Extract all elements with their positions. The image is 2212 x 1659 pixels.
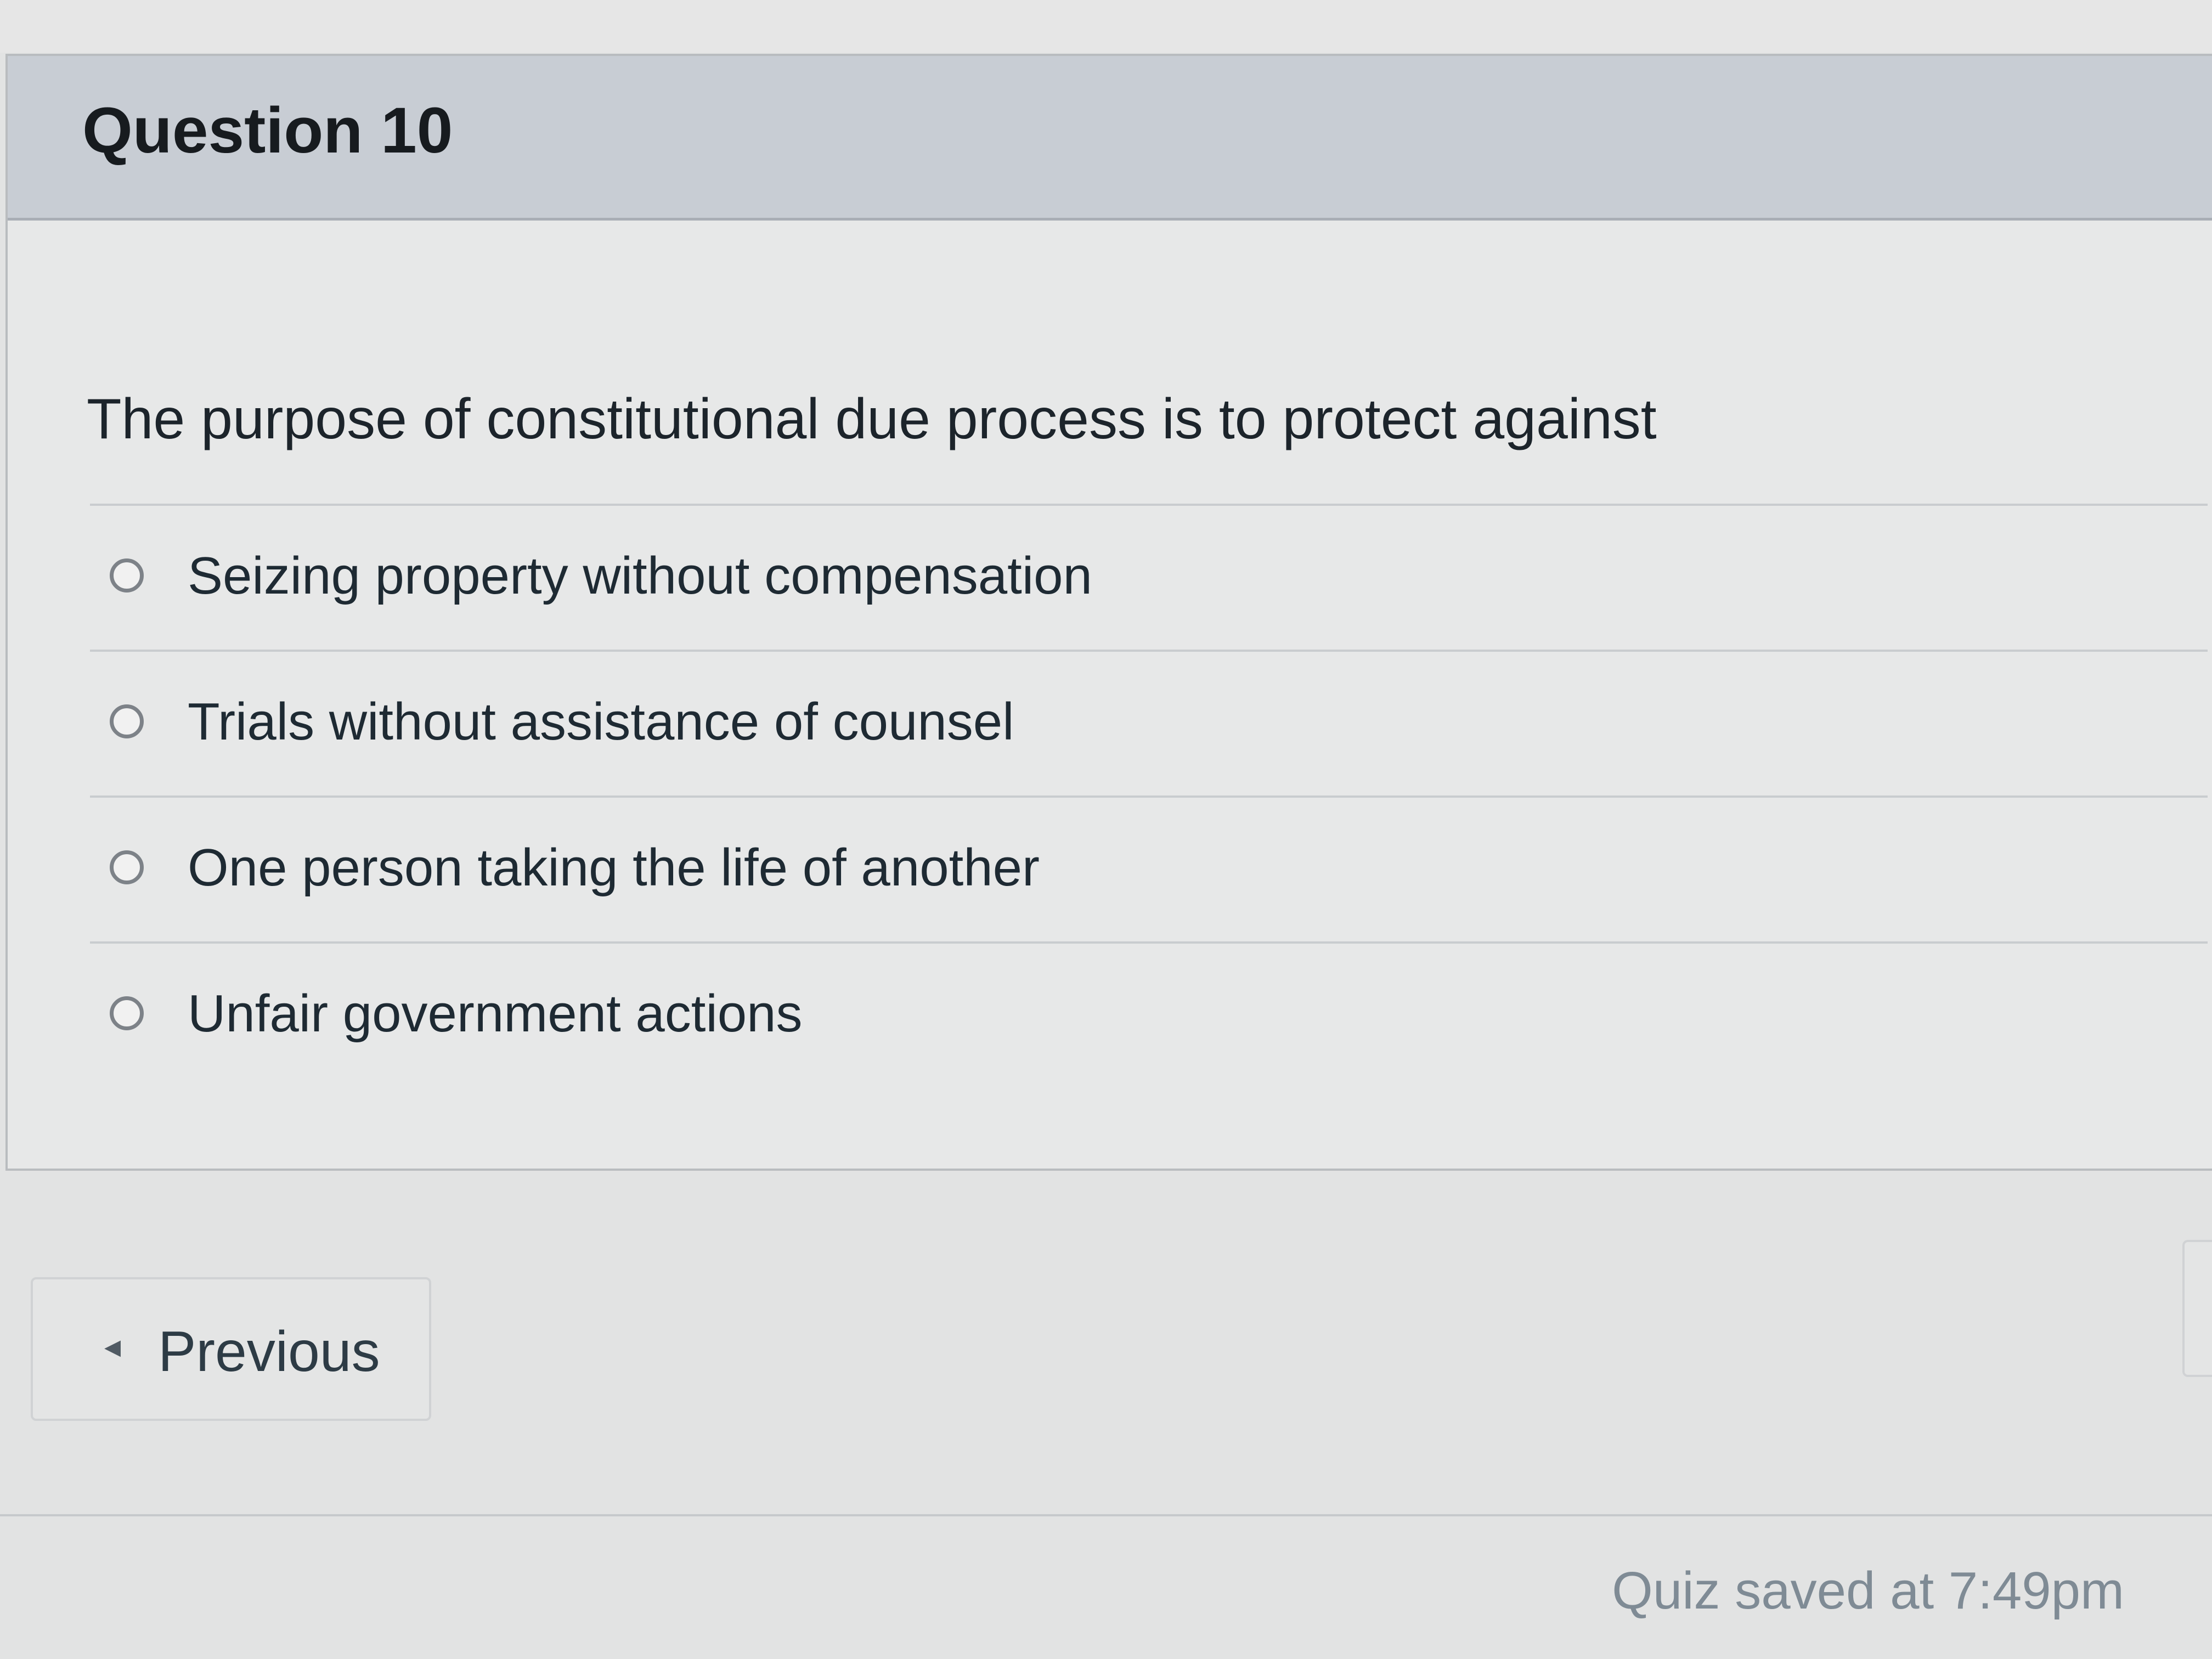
page-top-strip [0, 0, 2212, 53]
radio-button[interactable] [110, 558, 144, 592]
answer-option[interactable]: Seizing property without compensation [90, 504, 2208, 650]
previous-button[interactable]: ◂ Previous [31, 1277, 431, 1421]
radio-button[interactable] [110, 996, 144, 1030]
caret-left-icon: ◂ [104, 1328, 121, 1364]
answer-list: Seizing property without compensation Tr… [90, 504, 2208, 1087]
previous-label: Previous [158, 1320, 380, 1384]
question-text: The purpose of constitutional due proces… [87, 387, 1657, 451]
next-button-edge[interactable] [2182, 1240, 2212, 1377]
answer-label[interactable]: Trials without assistance of counsel [188, 690, 1014, 753]
answer-option[interactable]: One person taking the life of another [90, 795, 2208, 941]
answer-label[interactable]: Seizing property without compensation [188, 544, 1092, 607]
question-card: Question 10 The purpose of constitutiona… [5, 54, 2212, 1171]
quiz-save-status: Quiz saved at 7:49pm [1612, 1561, 2124, 1620]
answer-option[interactable]: Trials without assistance of counsel [90, 650, 2208, 795]
radio-button[interactable] [110, 704, 144, 738]
question-title: Question 10 [82, 94, 453, 167]
answer-label[interactable]: Unfair government actions [188, 982, 803, 1045]
footer-divider [0, 1514, 2212, 1516]
radio-button[interactable] [110, 850, 144, 884]
question-header: Question 10 [8, 56, 2212, 221]
answer-label[interactable]: One person taking the life of another [188, 836, 1040, 899]
answer-option[interactable]: Unfair government actions [90, 941, 2208, 1087]
